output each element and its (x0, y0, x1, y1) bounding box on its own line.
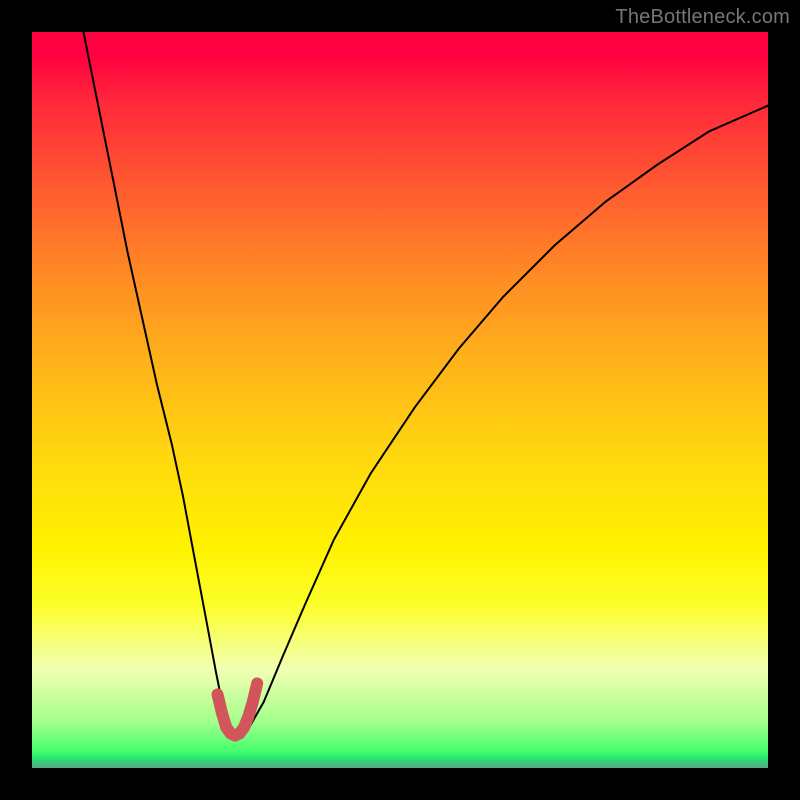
watermark-text: TheBottleneck.com (615, 6, 790, 29)
curve-overlay (32, 32, 768, 768)
trough-highlight (218, 683, 258, 735)
plot-area (32, 32, 768, 768)
chart-frame: TheBottleneck.com (0, 0, 800, 800)
bottleneck-curve (84, 32, 769, 735)
